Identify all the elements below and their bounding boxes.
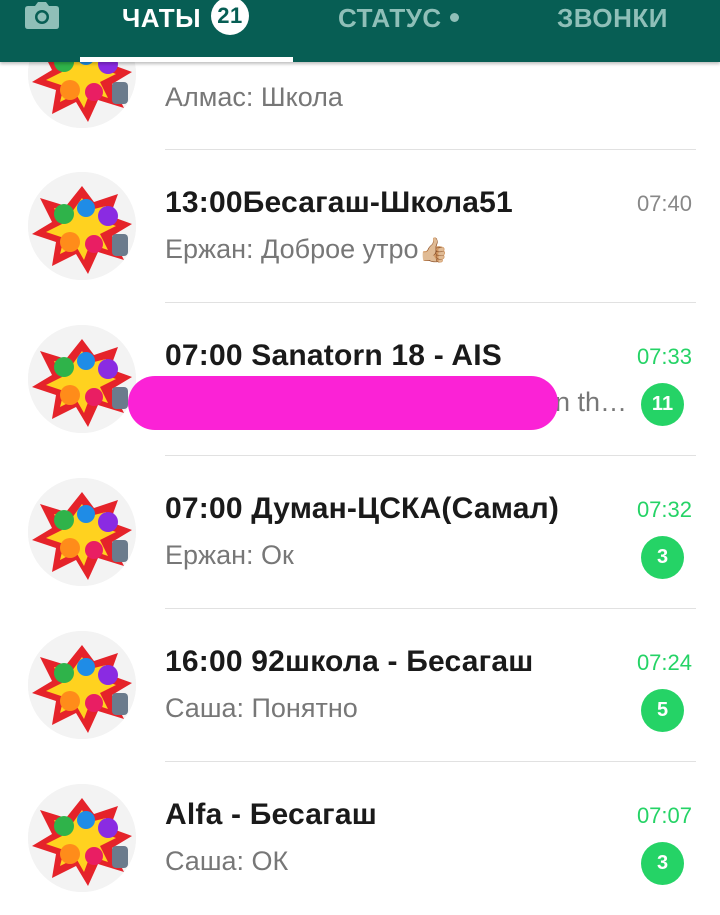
chat-time: 07:33 [636,344,692,369]
unread-count-badge: 5 [641,689,684,732]
unread-count-badge: 11 [641,383,684,426]
avatar[interactable] [28,631,136,739]
tab-calls[interactable]: ЗВОНКИ [506,0,720,62]
chat-last-message: n th… [555,387,628,417]
chat-title: 07:00 Думан-ЦСКА(Самал) [165,492,560,525]
chat-title: 16:00 92школа - Бесагаш [165,645,534,678]
tab-status-label: СТАТУС [338,3,442,33]
active-tab-indicator [80,57,293,62]
chat-row[interactable]: Alfa - Бесагаш 07:07 Саша: ОК 3 [0,762,720,915]
chats-count-badge: 21 [211,0,249,35]
camera-icon[interactable] [24,0,60,30]
chat-title: 07:00 Sanatorn 18 - AIS [165,339,502,372]
chat-title: Alfa - Бесагаш [165,798,377,831]
chat-time: 07:40 [636,191,692,216]
tab-chats-label: ЧАТЫ [122,3,202,33]
chat-time: 07:07 [636,803,692,828]
tab-calls-label: ЗВОНКИ [557,3,668,33]
chat-row[interactable]: 16:00 92школа - Бесагаш 07:24 Саша: Поня… [0,609,720,762]
group-avatar-image [28,784,136,892]
chat-last-message: Алмас: Школа [165,82,343,112]
chat-last-message: Ержан: Ок [165,540,294,570]
chat-row[interactable]: 13:00Бесагаш-Школа51 07:40 Ержан: Доброе… [0,150,720,303]
avatar[interactable] [28,172,136,280]
group-avatar-image [28,631,136,739]
chat-last-message: Саша: Понятно [165,693,358,723]
chat-last-message-text: Ержан: Доброе утро [165,234,419,264]
unread-count-badge: 3 [641,842,684,885]
group-avatar-image [28,172,136,280]
redaction-mark [128,376,558,430]
top-app-bar: ЧАТЫ 21 СТАТУС ЗВОНКИ [0,0,720,62]
thumbs-up-emoji-icon: 👍🏼 [418,237,449,264]
chat-last-message: Саша: ОК [165,846,289,876]
tab-status[interactable]: СТАТУС [293,0,506,62]
chat-time: 07:32 [636,497,692,522]
unread-count-badge: 3 [641,536,684,579]
avatar[interactable] [28,478,136,586]
tab-chats[interactable]: ЧАТЫ 21 [80,0,293,62]
avatar[interactable] [28,325,136,433]
chat-row[interactable]: 07:00 Думан-ЦСКА(Самал) 07:32 Ержан: Ок … [0,456,720,609]
group-avatar-image [28,478,136,586]
group-avatar-image [28,325,136,433]
status-new-dot-icon [449,12,459,22]
chat-time: 07:24 [636,650,692,675]
chat-last-message: Ержан: Доброе утро👍🏼 [165,234,448,265]
chat-title: 13:00Бесагаш-Школа51 [165,186,513,219]
avatar[interactable] [28,784,136,892]
